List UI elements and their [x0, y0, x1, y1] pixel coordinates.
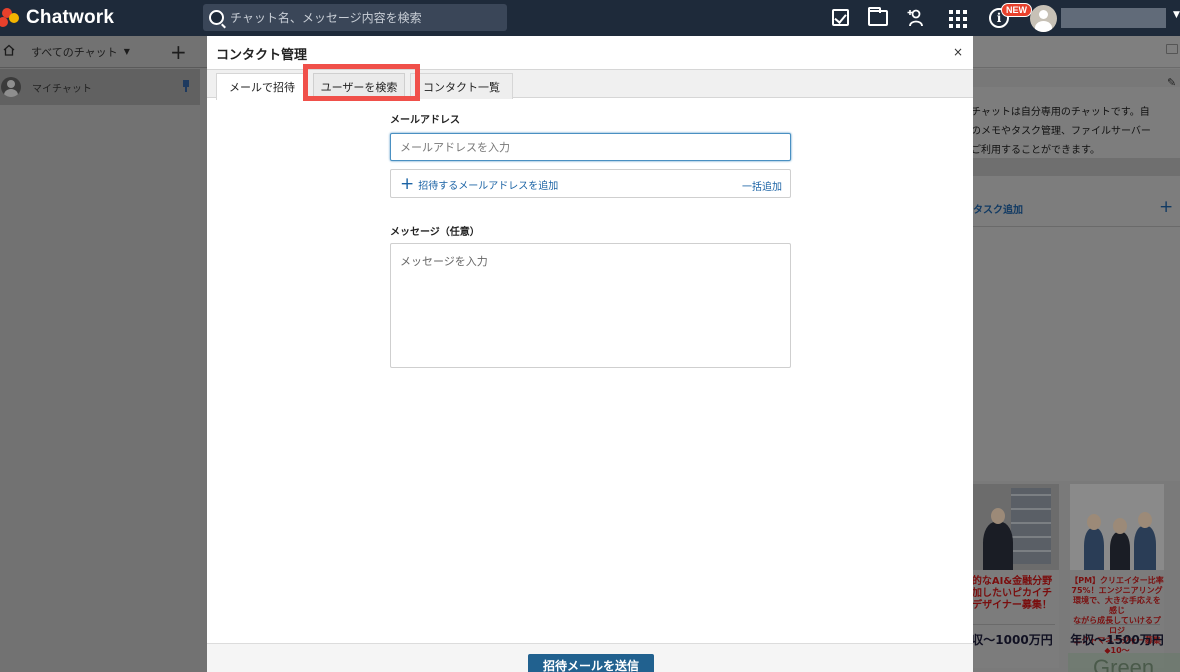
folder-icon[interactable] — [867, 7, 889, 28]
description-line: チャットは自分専用のチャットです。自 — [973, 107, 1150, 118]
chatwork-logo-icon — [0, 7, 24, 29]
close-button[interactable]: × — [953, 45, 963, 59]
sidebar-item-my-chat[interactable]: マイチャット — [0, 69, 200, 105]
tab-contact-list[interactable]: コンタクト一覧 — [410, 73, 513, 99]
edit-pencil-icon[interactable]: ✎ — [1167, 76, 1176, 89]
app-name: Chatwork — [26, 7, 115, 28]
apps-grid-icon[interactable] — [947, 8, 969, 28]
task-section-header — [973, 158, 1180, 176]
chat-info-panel: ✎ チャットは自分専用のチャットです。自 のメモやタスク管理、ファイルサーバー … — [965, 36, 1180, 672]
ad-photo — [965, 484, 1059, 570]
add-email-row: + 招待するメールアドレスを追加 一括追加 — [390, 169, 791, 198]
ad-caption-line: 75%！エンジニアリング — [1071, 586, 1163, 595]
new-chat-button[interactable]: + — [170, 40, 187, 64]
info-panel-subheader — [973, 69, 1180, 87]
dialog-title: コンタクト管理 — [216, 48, 308, 63]
ad-caption-line: 環境で、大きな手応えを感じ — [1073, 596, 1161, 615]
ad-caption-line: 的なAI&金融分野 — [971, 576, 1053, 587]
email-label: メールアドレス — [390, 115, 460, 126]
chevron-down-icon: ▼ — [123, 47, 130, 56]
email-field[interactable] — [390, 133, 791, 161]
search-icon — [209, 10, 224, 25]
ad-caption: 的なAI&金融分野 加したいピカイチ デザイナー募集！ — [965, 576, 1059, 612]
add-email-label: 招待するメールアドレスを追加 — [418, 181, 559, 192]
ad-salary: 収～1000万円 — [971, 633, 1053, 647]
ad-caption-line: 【PM】クリエイター比率 — [1070, 576, 1164, 585]
add-contact-icon[interactable] — [906, 8, 928, 28]
task-add-label: タスク追加 — [973, 205, 1023, 216]
task-icon[interactable] — [829, 8, 851, 28]
bulk-add-link[interactable]: 一括追加 — [742, 178, 782, 193]
message-label: メッセージ（任意） — [390, 227, 480, 238]
ad-card[interactable]: 【PM】クリエイター比率 75%！エンジニアリング 環境で、大きな手応えを感じ … — [1070, 484, 1164, 668]
add-task-button[interactable]: + — [1159, 197, 1173, 217]
folder-icon[interactable] — [1166, 44, 1178, 54]
ad-salary: 年収～1500万円 — [1070, 633, 1164, 647]
ad-caption-line: 加したいピカイチ — [972, 588, 1052, 599]
tab-search-users[interactable]: ユーザーを検索 — [313, 73, 405, 99]
tab-invite-by-email[interactable]: メールで招待 — [216, 73, 308, 100]
dialog-tabs: メールで招待 ユーザーを検索 コンタクト一覧 — [207, 69, 973, 100]
divider — [973, 226, 1180, 227]
chatwork-logo[interactable]: Chatwork — [0, 6, 114, 30]
home-icon — [3, 44, 21, 60]
user-avatar[interactable] — [1030, 5, 1057, 32]
chat-filter[interactable]: すべてのチャット ▼ + — [0, 36, 207, 68]
new-badge: NEW — [1001, 3, 1032, 17]
ad-area: 的なAI&金融分野 加したいピカイチ デザイナー募集！ 収～1000万円 【PM… — [965, 481, 1180, 672]
contact-management-dialog: コンタクト管理 × メールで招待 ユーザーを検索 コンタクト一覧 メールアドレス… — [207, 36, 973, 672]
chat-description: チャットは自分専用のチャットです。自 のメモやタスク管理、ファイルサーバー ご利… — [973, 103, 1173, 160]
dialog-footer: 招待メールを送信 — [207, 643, 973, 672]
account-menu-caret-icon[interactable]: ▼ — [1173, 10, 1180, 20]
avatar — [1, 77, 21, 97]
message-field[interactable] — [390, 243, 791, 368]
plus-icon: + — [400, 174, 415, 194]
top-bar: Chatwork i NEW ▼ — [0, 0, 1180, 36]
ad-photo — [1070, 484, 1164, 570]
sidebar-item-label: マイチャット — [32, 83, 92, 95]
search-input[interactable] — [230, 10, 490, 25]
ad-caption-line: デザイナー募集！ — [972, 600, 1052, 611]
description-line: のメモやタスク管理、ファイルサーバー — [973, 126, 1151, 137]
send-invite-button[interactable]: 招待メールを送信 — [528, 654, 654, 672]
search-box[interactable] — [203, 4, 507, 31]
ad-card[interactable]: 的なAI&金融分野 加したいピカイチ デザイナー募集！ 収～1000万円 — [965, 484, 1059, 668]
task-add-row[interactable]: タスク追加 + — [973, 197, 1180, 217]
invite-form: メールアドレス + 招待するメールアドレスを追加 一括追加 メッセージ（任意） — [390, 111, 791, 368]
add-email-button[interactable]: + 招待するメールアドレスを追加 — [400, 174, 559, 194]
ad-brand-logo: Green — [1093, 655, 1155, 672]
pin-icon[interactable] — [182, 80, 190, 92]
chat-list-sidebar: すべてのチャット ▼ + マイチャット — [0, 36, 207, 672]
user-name-redacted[interactable] — [1061, 8, 1166, 28]
chat-filter-label: すべてのチャット — [31, 45, 118, 59]
info-panel-header — [973, 36, 1180, 68]
